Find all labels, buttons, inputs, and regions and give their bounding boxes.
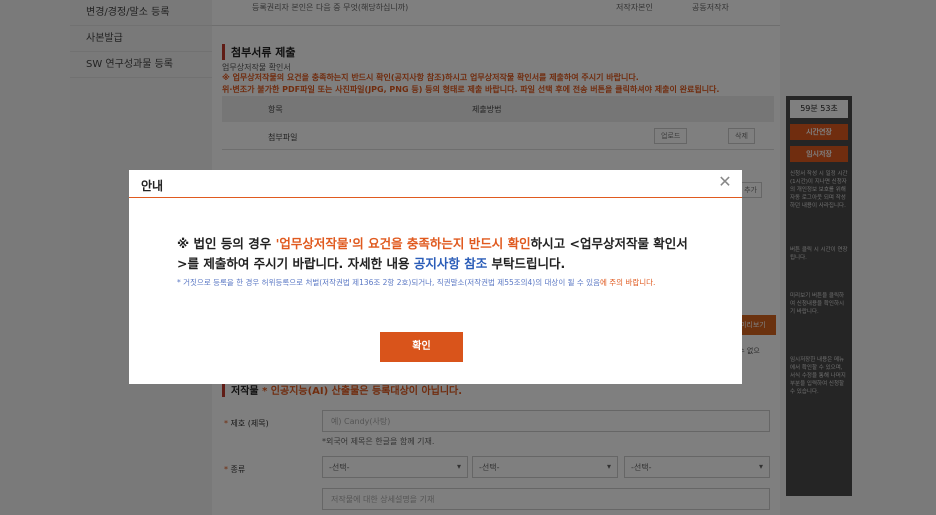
- modal-message: ※ 법인 등의 경우 '업무상저작물'의 요건을 충족하는지 반드시 확인하시고…: [177, 236, 688, 271]
- message-highlight: '업무상저작물'의 요건을 충족하는지 반드시 확인: [275, 236, 531, 251]
- modal-legal-note: * 거짓으로 등록을 한 경우 허위등록으로 처벌(저작권법 제136조 2항 …: [177, 278, 656, 287]
- modal-title: 안내: [141, 179, 164, 193]
- confirm-button[interactable]: 확인: [380, 332, 463, 362]
- notice-modal: 안내 ✕ ※ 법인 등의 경우 '업무상저작물'의 요건을 충족하는지 반드시 …: [129, 170, 742, 384]
- notice-link[interactable]: 공지사항 참조: [414, 256, 487, 271]
- modal-header: 안내 ✕: [129, 170, 742, 198]
- close-icon[interactable]: ✕: [716, 174, 734, 192]
